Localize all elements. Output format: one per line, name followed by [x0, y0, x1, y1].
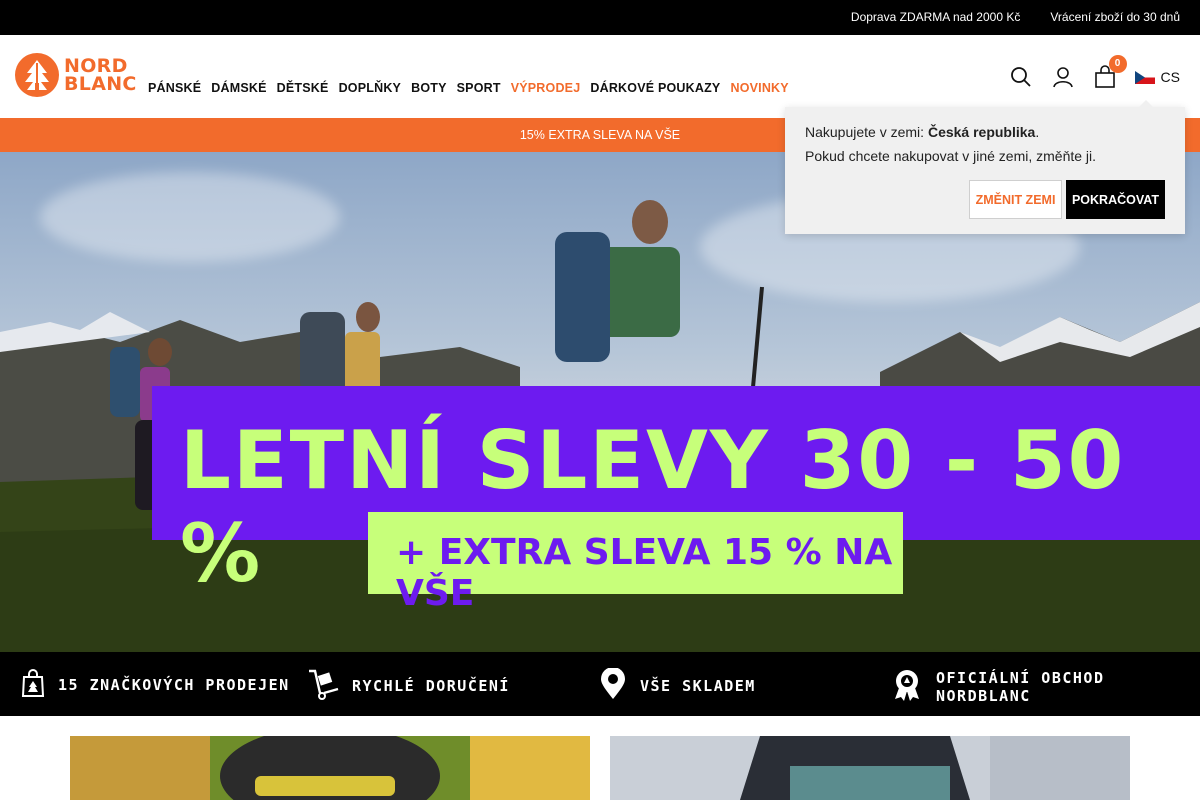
benefit-label: VŠE SKLADEM: [640, 677, 756, 695]
popup-change-hint: Pokud chcete nakupovat v jiné zemi, změň…: [805, 148, 1097, 164]
logo-line-2: BLANC: [64, 73, 137, 95]
site-header: NORD BLANC PÁNSKÉ DÁMSKÉ DĚTSKÉ DOPLŇKY …: [0, 35, 1200, 118]
benefit-label: 15 ZNAČKOVÝCH PRODEJEN: [58, 676, 290, 694]
benefit-official: OFICIÁLNÍ OBCHOD NORDBLANC: [890, 668, 1200, 706]
nav-panske[interactable]: PÁNSKÉ: [148, 81, 201, 95]
header-actions: 0 CS: [1009, 55, 1180, 89]
popup-current-country-text: Nakupujete v zemi: Česká republika.: [805, 124, 1039, 140]
nav-detske[interactable]: DĚTSKÉ: [277, 81, 329, 95]
category-tiles: [0, 716, 1200, 800]
continue-button[interactable]: POKRAČOVAT: [1066, 180, 1165, 219]
search-icon[interactable]: [1009, 65, 1033, 89]
nav-darkove-poukazy[interactable]: DÁRKOVÉ POUKAZY: [590, 81, 720, 95]
user-icon[interactable]: [1051, 65, 1075, 89]
benefit-stock: VŠE SKLADEM: [598, 667, 756, 704]
hero-subline: + EXTRA SLEVA 15 % NA VŠE: [396, 532, 893, 614]
main-nav: PÁNSKÉ DÁMSKÉ DĚTSKÉ DOPLŇKY BOTY SPORT …: [148, 81, 789, 95]
nav-doplnky[interactable]: DOPLŇKY: [339, 81, 402, 95]
language-switcher[interactable]: CS: [1134, 69, 1180, 85]
cart-count-badge: 0: [1108, 55, 1127, 73]
popup-country-name: Česká republika: [927, 124, 1036, 140]
outdoor-tile-image: [610, 736, 1130, 800]
returns-link[interactable]: Vrácení zboží do 30 dnů: [1050, 10, 1180, 24]
change-country-button[interactable]: ZMĚNIT ZEMI: [969, 180, 1062, 219]
nordblanc-logo[interactable]: NORD BLANC: [15, 53, 137, 97]
language-code: CS: [1160, 69, 1180, 85]
nav-novinky[interactable]: NOVINKY: [730, 81, 788, 95]
store-bag-icon: [20, 668, 46, 702]
nav-damske[interactable]: DÁMSKÉ: [211, 81, 266, 95]
top-info-bar: Doprava ZDARMA nad 2000 Kč Vrácení zboží…: [0, 0, 1200, 35]
czech-flag-icon: [1134, 70, 1155, 84]
tree-logo-icon: [15, 53, 59, 97]
promo-text: 15% EXTRA SLEVA NA VŠE: [519, 128, 681, 142]
nav-vyprodej[interactable]: VÝPRODEJ: [511, 81, 581, 95]
free-shipping-link[interactable]: Doprava ZDARMA nad 2000 Kč: [851, 10, 1020, 24]
nav-sport[interactable]: SPORT: [457, 81, 501, 95]
benefits-strip: 15 ZNAČKOVÝCH PRODEJEN RYCHLÉ DORUČENÍ V…: [0, 652, 1200, 716]
benefit-label: RYCHLÉ DORUČENÍ: [352, 677, 510, 695]
popup-prefix: Nakupujete v zemi:: [805, 124, 928, 140]
category-tile-cycling[interactable]: [70, 736, 590, 800]
benefit-label: OFICIÁLNÍ OBCHOD NORDBLANC: [936, 669, 1105, 705]
benefit-stores: 15 ZNAČKOVÝCH PRODEJEN: [20, 668, 290, 702]
benefit-delivery: RYCHLÉ DORUČENÍ: [306, 668, 510, 704]
location-pin-icon: [598, 667, 628, 704]
cart-icon[interactable]: 0: [1093, 55, 1127, 89]
delivery-trolley-icon: [306, 668, 340, 704]
cycling-tile-image: [70, 736, 590, 800]
logo-wordmark: NORD BLANC: [64, 57, 137, 95]
popup-suffix: .: [1035, 124, 1040, 140]
nav-boty[interactable]: BOTY: [411, 81, 447, 95]
category-tile-outdoor[interactable]: [610, 736, 1130, 800]
hero-subline-banner: + EXTRA SLEVA 15 % NA VŠE: [368, 512, 903, 614]
country-selector-popup: Nakupujete v zemi: Česká republika. Poku…: [785, 100, 1185, 234]
award-badge-icon: [890, 668, 924, 706]
